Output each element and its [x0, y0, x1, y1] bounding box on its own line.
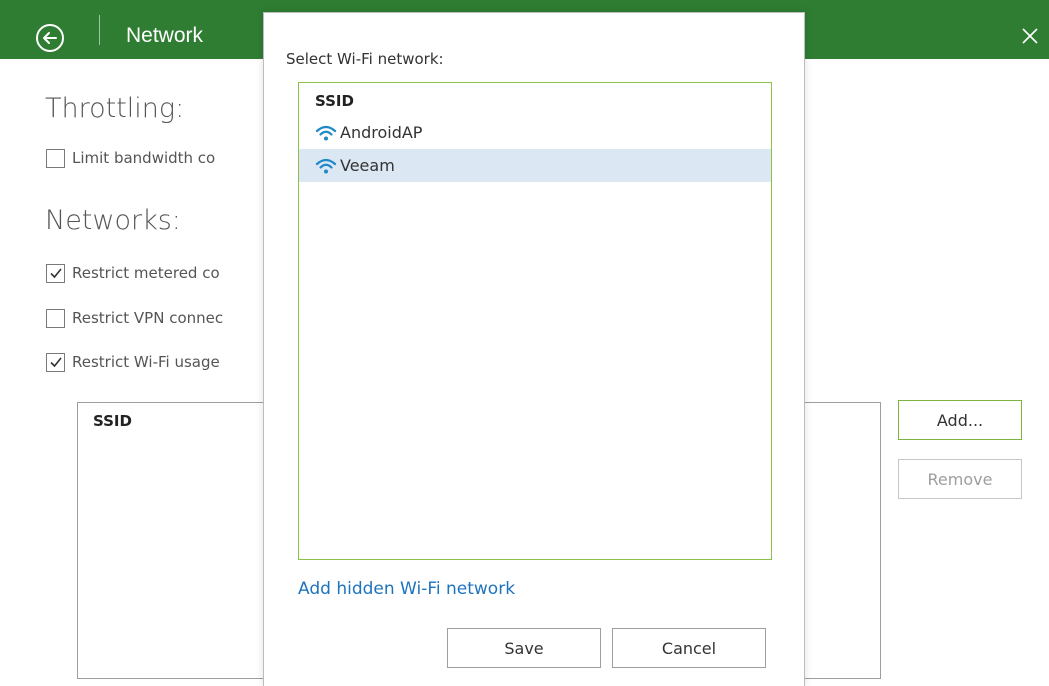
limit-bandwidth-label: Limit bandwidth co	[72, 149, 216, 167]
remove-button[interactable]: Remove	[898, 459, 1022, 499]
wifi-item-label: Veeam	[340, 156, 395, 175]
add-hidden-wifi-link[interactable]: Add hidden Wi-Fi network	[298, 579, 515, 599]
wifi-network-list[interactable]: SSID AndroidAP Veeam	[298, 82, 772, 560]
add-button[interactable]: Add...	[898, 400, 1022, 440]
select-wifi-dialog: Select Wi-Fi network: SSID AndroidAP Vee…	[263, 12, 805, 686]
ssid-column-header: SSID	[93, 412, 132, 430]
wifi-item-androidap[interactable]: AndroidAP	[299, 116, 771, 149]
networks-heading: Networks:	[45, 205, 181, 236]
restrict-wifi-label: Restrict Wi-Fi usage	[72, 353, 220, 371]
header-divider	[99, 15, 100, 45]
wifi-item-label: AndroidAP	[340, 123, 423, 142]
close-button[interactable]	[1016, 22, 1044, 50]
restrict-vpn-option[interactable]: Restrict VPN connec	[46, 306, 223, 330]
restrict-vpn-label: Restrict VPN connec	[72, 309, 224, 327]
restrict-wifi-option[interactable]: Restrict Wi-Fi usage	[46, 350, 220, 374]
select-wifi-label: Select Wi-Fi network:	[286, 50, 444, 68]
page-title: Network	[126, 24, 204, 47]
back-button[interactable]	[30, 18, 70, 58]
restrict-metered-label: Restrict metered co	[72, 264, 220, 282]
close-icon	[1022, 28, 1038, 44]
checkmark-icon	[49, 268, 62, 279]
restrict-metered-checkbox[interactable]	[46, 263, 65, 283]
restrict-vpn-checkbox[interactable]	[46, 308, 65, 328]
limit-bandwidth-option[interactable]: Limit bandwidth co	[46, 146, 215, 170]
checkmark-icon	[49, 357, 62, 368]
cancel-button[interactable]: Cancel	[612, 628, 766, 668]
arrow-left-circle-icon	[36, 24, 64, 52]
restrict-metered-option[interactable]: Restrict metered co	[46, 261, 220, 285]
throttling-heading: Throttling:	[45, 93, 185, 124]
wifi-icon	[315, 157, 337, 175]
wifi-item-veeam[interactable]: Veeam	[299, 149, 771, 182]
save-button[interactable]: Save	[447, 628, 601, 668]
restrict-wifi-checkbox[interactable]	[46, 352, 65, 372]
wifi-icon	[315, 124, 337, 142]
ssid-list-header: SSID	[315, 92, 354, 110]
limit-bandwidth-checkbox[interactable]	[46, 148, 65, 168]
